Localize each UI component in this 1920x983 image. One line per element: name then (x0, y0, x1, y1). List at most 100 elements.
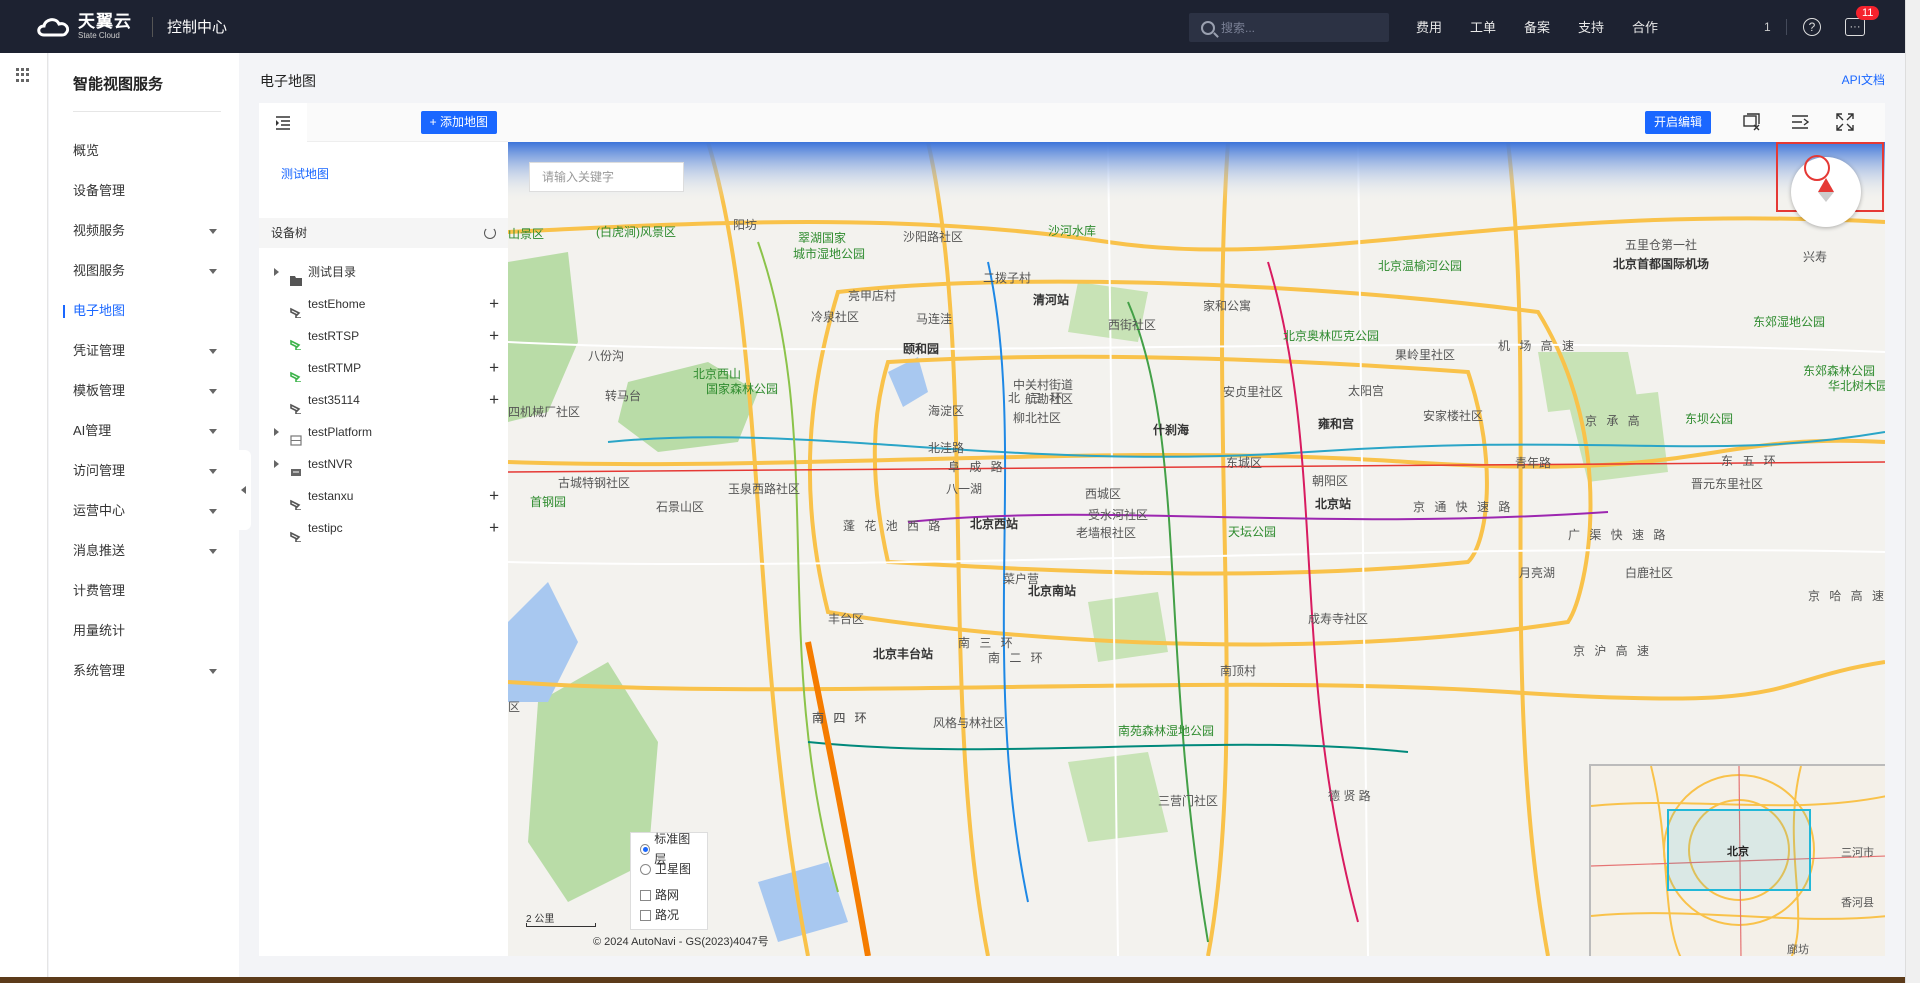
user-menu[interactable]: 1 (1764, 20, 1771, 34)
nav-partner[interactable]: 合作 (1632, 17, 1686, 36)
map-place-label[interactable]: 风格与林社区 (933, 714, 1005, 731)
map-place-label[interactable]: 沙阳路社区 (903, 228, 963, 245)
map-place-label[interactable]: 石景山区 (656, 498, 704, 515)
tree-node[interactable]: testRTMP + (259, 352, 508, 384)
sidebar-item-12[interactable]: 用量统计 (49, 611, 239, 651)
map-place-label[interactable]: 华北树木园 (1828, 377, 1885, 394)
map-place-label[interactable]: 南苑森林湿地公园 (1118, 722, 1214, 739)
map-place-label[interactable]: 受水河社区 (1088, 506, 1148, 523)
map-place-label[interactable]: 成寿寺社区 (1308, 610, 1368, 627)
sidebar-item-4[interactable]: 电子地图 (49, 291, 239, 331)
tree-node[interactable]: testPlatform (259, 416, 508, 448)
map-place-label[interactable]: 颐和园 (903, 340, 939, 357)
add-map-button[interactable]: + 添加地图 (420, 111, 497, 134)
map-place-label[interactable]: 东坝公园 (1685, 410, 1733, 427)
map-place-label[interactable]: 东郊湿地公园 (1753, 313, 1825, 330)
tree-node[interactable]: testipc + (259, 512, 508, 544)
layer-roadnet[interactable]: 路网 (640, 885, 698, 905)
map-place-label[interactable]: 北京温榆河公园 (1378, 257, 1462, 274)
map-place-label[interactable]: 月亮湖 (1519, 564, 1555, 581)
map-place-label[interactable]: 山景区 (508, 225, 544, 242)
map-place-label[interactable]: 翠湖国家 (798, 229, 846, 246)
map-place-label[interactable]: 机 场 高 速 (1498, 337, 1577, 354)
sidebar-item-3[interactable]: 视图服务 (49, 251, 239, 291)
map-place-label[interactable]: 亮甲店村 (848, 287, 896, 304)
map-place-label[interactable]: 晋元东里社区 (1691, 475, 1763, 492)
enable-edit-button[interactable]: 开启编辑 (1645, 111, 1712, 134)
map-place-label[interactable]: 家和公寓 (1203, 297, 1251, 314)
sidebar-item-5[interactable]: 凭证管理 (49, 331, 239, 371)
map-place-label[interactable]: 北 三 环 (1008, 389, 1066, 406)
sidebar-item-6[interactable]: 模板管理 (49, 371, 239, 411)
map-place-label[interactable]: 清河站 (1033, 291, 1069, 308)
map-place-label[interactable]: 东城区 (1226, 454, 1262, 471)
tree-node[interactable]: testEhome + (259, 288, 508, 320)
map-place-label[interactable]: 德 贤 路 (1328, 787, 1371, 804)
map-place-label[interactable]: 玉泉西路社区 (728, 480, 800, 497)
map-place-label[interactable]: 青年路 (1515, 454, 1551, 471)
map-place-label[interactable]: 京 通 快 速 路 (1413, 498, 1513, 515)
app-grid-icon[interactable] (16, 68, 30, 82)
map-place-label[interactable]: 广 渠 快 速 路 (1568, 526, 1668, 543)
map-place-label[interactable]: 丰台区 (828, 610, 864, 627)
map-place-label[interactable]: 五里仓第一社 (1625, 236, 1697, 253)
map-place-label[interactable]: 南 二 环 (988, 649, 1046, 666)
map-place-label[interactable]: 北洼路 (928, 439, 964, 456)
sidebar-item-13[interactable]: 系统管理 (49, 651, 239, 691)
overview-map[interactable]: 北京 三河市 香河县 廊坊 (1589, 764, 1885, 956)
map-place-label[interactable]: 阳坊 (733, 216, 757, 233)
map-place-label[interactable]: 安家楼社区 (1423, 407, 1483, 424)
layer-standard[interactable]: 标准图层 (640, 832, 698, 866)
map-place-label[interactable]: 天坛公园 (1228, 523, 1276, 540)
help-icon[interactable]: ? (1803, 17, 1821, 36)
fullscreen-icon[interactable] (1836, 113, 1854, 131)
map-place-label[interactable]: 二拨子村 (983, 269, 1031, 286)
sidebar-item-8[interactable]: 访问管理 (49, 451, 239, 491)
add-to-map-icon[interactable]: + (489, 384, 499, 416)
map-place-label[interactable]: 蓬 花 池 西 路 (843, 517, 943, 534)
tree-node[interactable]: 测试目录 (259, 256, 508, 288)
tree-node[interactable]: test35114 + (259, 384, 508, 416)
map-list-item[interactable]: 测试地图 (281, 165, 329, 182)
nav-support[interactable]: 支持 (1578, 17, 1632, 36)
layer-traffic[interactable]: 路况 (640, 905, 698, 925)
map-place-label[interactable]: 京 沪 高 速 (1573, 642, 1652, 659)
console-title[interactable]: 控制中心 (167, 16, 227, 37)
map-search-input[interactable]: 请输入关键字 (529, 162, 684, 192)
page-scrollbar[interactable] (1905, 0, 1920, 983)
map-place-label[interactable]: 城市湿地公园 (793, 245, 865, 262)
sidebar-item-11[interactable]: 计费管理 (49, 571, 239, 611)
add-to-map-icon[interactable]: + (489, 480, 499, 512)
map-place-label[interactable]: 西街社区 (1108, 316, 1156, 333)
map-place-label[interactable]: 阜 成 路 (948, 458, 1006, 475)
add-to-map-icon[interactable]: + (489, 352, 499, 384)
tilt-up-button[interactable] (1804, 155, 1830, 181)
tree-node[interactable]: testNVR (259, 448, 508, 480)
tree-node[interactable]: testanxu + (259, 480, 508, 512)
expand-arrow-icon[interactable] (274, 428, 279, 436)
map-place-label[interactable]: 朝阳区 (1312, 472, 1348, 489)
api-docs-link[interactable]: API文档 (1842, 71, 1885, 88)
layer-satellite[interactable]: 卫星图 (640, 859, 698, 879)
map-place-label[interactable]: 果岭里社区 (1395, 346, 1455, 363)
map-place-label[interactable]: 转马台 (605, 387, 641, 404)
map-place-label[interactable]: 京 哈 高 速 (1808, 587, 1885, 604)
map-place-label[interactable]: 什刹海 (1153, 421, 1189, 438)
map-place-label[interactable]: 北京奥林匹克公园 (1283, 327, 1379, 344)
map-canvas[interactable]: 沙河水库 翠湖国家 城市湿地公园 沙阳路社区 阳坊 (白虎涧)风景区 山景区 北京温榆河公园北… (508, 142, 1885, 956)
map-place-label[interactable]: 八一湖 (946, 480, 982, 497)
map-place-label[interactable]: 海淀区 (928, 402, 964, 419)
map-place-label[interactable]: 八份沟 (588, 347, 624, 364)
expand-arrow-icon[interactable] (274, 268, 279, 276)
map-place-label[interactable]: 区 (508, 698, 520, 715)
map-place-label[interactable]: 兴寿 (1803, 248, 1827, 265)
map-place-label[interactable]: 南顶村 (1220, 662, 1256, 679)
sidebar-item-10[interactable]: 消息推送 (49, 531, 239, 571)
map-place-label[interactable]: 马连洼 (916, 310, 952, 327)
clear-markers-icon[interactable] (1743, 113, 1761, 131)
nav-billing[interactable]: 费用 (1416, 17, 1470, 36)
map-place-label[interactable]: 柳北社区 (1013, 409, 1061, 426)
nav-ticket[interactable]: 工单 (1470, 17, 1524, 36)
collapse-list-icon[interactable] (259, 103, 307, 142)
map-place-label[interactable]: 北京丰台站 (873, 645, 933, 662)
